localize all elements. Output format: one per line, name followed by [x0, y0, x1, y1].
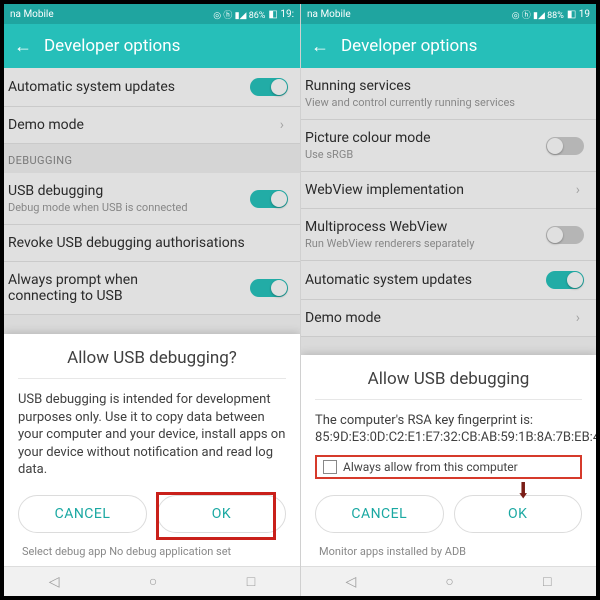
label: Running services [305, 78, 515, 94]
dialog-title: Allow USB debugging? [18, 348, 286, 378]
row-picture-colour-mode[interactable]: Picture colour mode Use sRGB [301, 120, 596, 172]
app-bar: ← Developer options [301, 24, 596, 68]
label: Always prompt when connecting to USB [8, 272, 208, 304]
toggle-always-prompt[interactable] [250, 279, 288, 297]
row-demo-mode[interactable]: Demo mode › [301, 300, 596, 337]
checkbox-always-allow[interactable]: Always allow from this computer [315, 455, 582, 479]
status-bar: na Mobile ◎ ⓗ ▮◢ 86% ◧ 19: [4, 4, 300, 24]
app-bar: ← Developer options [4, 24, 300, 68]
section-debugging: DEBUGGING [4, 144, 300, 173]
cancel-button[interactable]: CANCEL [18, 495, 147, 533]
row-auto-system-updates[interactable]: Automatic system updates [301, 261, 596, 300]
checkbox-label: Always allow from this computer [343, 460, 518, 474]
dialog-title: Allow USB debugging [315, 369, 582, 399]
label: Demo mode [8, 117, 84, 133]
row-running-services[interactable]: Running services View and control curren… [301, 68, 596, 120]
checkbox-icon[interactable] [323, 460, 337, 474]
nav-recent-icon[interactable]: □ [247, 573, 255, 590]
screenshot-left: na Mobile ◎ ⓗ ▮◢ 86% ◧ 19: ← Developer o… [4, 4, 300, 596]
label: USB debugging [8, 183, 188, 199]
dialog-allow-usb-debugging: Allow USB debugging? USB debugging is in… [4, 334, 300, 566]
nav-recent-icon[interactable]: □ [543, 573, 551, 590]
row-revoke-auth[interactable]: Revoke USB debugging authorisations [4, 225, 300, 262]
nav-back-icon[interactable]: ◁ [346, 574, 357, 590]
system-nav-bar: ◁ ○ □ [4, 566, 300, 596]
dialog-body: USB debugging is intended for developmen… [18, 391, 286, 479]
dialog-allow-usb-debugging: Allow USB debugging The computer's RSA k… [301, 355, 596, 566]
dialog-body: The computer's RSA key fingerprint is: 8… [315, 412, 582, 447]
row-webview-impl[interactable]: WebView implementation › [301, 172, 596, 209]
toggle-usb-debugging[interactable] [250, 190, 288, 208]
chevron-right-icon: › [576, 182, 584, 198]
back-icon[interactable]: ← [311, 36, 329, 57]
faded-row: Monitor apps installed by ADB [315, 541, 582, 558]
nav-back-icon[interactable]: ◁ [49, 574, 60, 590]
row-always-prompt[interactable]: Always prompt when connecting to USB [4, 262, 300, 315]
screenshot-right: na Mobile ◎ ⓗ ▮◢ 88% ◧ 19 ← Developer op… [300, 4, 596, 596]
cancel-button[interactable]: CANCEL [315, 495, 444, 533]
chevron-right-icon: › [280, 117, 288, 133]
toggle-colour-mode[interactable] [546, 137, 584, 155]
label: Revoke USB debugging authorisations [8, 235, 245, 251]
label: Multiprocess WebView [305, 219, 474, 235]
sublabel: View and control currently running servi… [305, 96, 515, 109]
label: Automatic system updates [305, 272, 472, 288]
row-usb-debugging[interactable]: USB debugging Debug mode when USB is con… [4, 173, 300, 225]
ok-button[interactable]: OK [157, 495, 286, 533]
row-auto-system-updates[interactable]: Automatic system updates [4, 68, 300, 107]
page-title: Developer options [44, 36, 180, 56]
sublabel: Run WebView renderers separately [305, 237, 474, 250]
sublabel: Debug mode when USB is connected [8, 201, 188, 214]
back-icon[interactable]: ← [14, 36, 32, 57]
ok-button[interactable]: OK [454, 495, 583, 533]
page-title: Developer options [341, 36, 477, 56]
carrier-label: na Mobile [307, 9, 351, 20]
network-icons: ◎ ⓗ ▮◢ 88% [512, 8, 564, 21]
settings-list: Running services View and control curren… [301, 68, 596, 337]
label: Picture colour mode [305, 130, 431, 146]
label: WebView implementation [305, 182, 464, 198]
status-bar: na Mobile ◎ ⓗ ▮◢ 88% ◧ 19 [301, 4, 596, 24]
toggle-auto-updates[interactable] [250, 78, 288, 96]
nav-home-icon[interactable]: ○ [149, 573, 157, 590]
network-icons: ◎ ⓗ ▮◢ 86% [213, 8, 265, 21]
row-demo-mode[interactable]: Demo mode › [4, 107, 300, 144]
sublabel: Use sRGB [305, 148, 431, 161]
row-multiprocess-webview[interactable]: Multiprocess WebView Run WebView rendere… [301, 209, 596, 261]
system-nav-bar: ◁ ○ □ [301, 566, 596, 596]
battery-time: ◧ 19 [567, 9, 590, 20]
nav-home-icon[interactable]: ○ [445, 573, 453, 590]
faded-row: Select debug app No debug application se… [18, 541, 286, 558]
chevron-right-icon: › [576, 310, 584, 326]
battery-time: ◧ 19: [268, 9, 294, 20]
carrier-label: na Mobile [10, 9, 54, 20]
label: Automatic system updates [8, 79, 175, 95]
settings-list: Automatic system updates Demo mode › DEB… [4, 68, 300, 315]
label: Demo mode [305, 310, 381, 326]
toggle-auto-updates[interactable] [546, 271, 584, 289]
toggle-multiprocess[interactable] [546, 226, 584, 244]
